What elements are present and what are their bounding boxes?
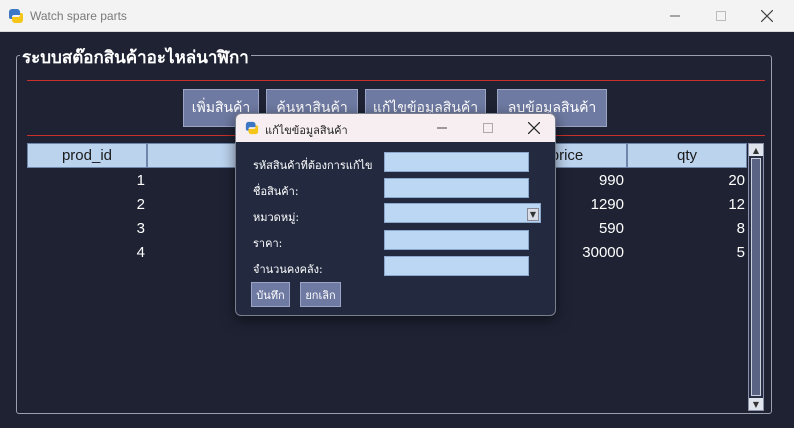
product-name-input[interactable] (384, 178, 529, 198)
table-row-cell-prod-id: 1 (136, 172, 145, 189)
maximize-icon (716, 11, 726, 21)
product-id-input[interactable] (384, 152, 529, 172)
category-label: หมวดหมู่: (253, 211, 300, 224)
maximize-icon (483, 123, 493, 133)
scroll-down-icon[interactable]: ▼ (749, 398, 763, 410)
chevron-down-icon[interactable]: ▼ (527, 208, 539, 221)
table-row-cell-qty: 20 (728, 172, 745, 189)
scroll-up-icon[interactable]: ▲ (749, 144, 763, 156)
table-row-cell-qty: 12 (728, 196, 745, 213)
cancel-button[interactable]: ยกเลิก (300, 282, 341, 307)
window-titlebar: Watch spare parts (0, 0, 794, 32)
table-row-cell-prod-id: 4 (136, 244, 145, 261)
python-app-icon (9, 9, 23, 23)
column-header-prod-id[interactable]: prod_id (27, 143, 147, 168)
dialog-title: แก้ไขข้อมูลสินค้า (265, 124, 348, 137)
save-button[interactable]: บันทึก (251, 282, 290, 307)
table-row-cell-prod-id: 2 (136, 196, 145, 213)
category-select[interactable]: ▼ (384, 203, 541, 223)
minimize-button[interactable] (652, 0, 698, 32)
price-label: ราคา: (253, 237, 283, 250)
stock-quantity-input[interactable] (384, 256, 529, 276)
table-row-cell-prod-id: 3 (136, 220, 145, 237)
column-header-qty[interactable]: qty (627, 143, 747, 168)
frame-title: ระบบสต๊อกสินค้าอะไหล่นาฬิกา (20, 44, 251, 71)
minimize-icon (437, 127, 447, 129)
dialog-close-button[interactable] (511, 114, 555, 142)
maximize-button[interactable] (698, 0, 744, 32)
table-scrollbar[interactable]: ▲ ▼ (748, 143, 764, 411)
dialog-minimize-button[interactable] (419, 114, 465, 142)
minimize-icon (670, 15, 680, 17)
edit-product-dialog: แก้ไขข้อมูลสินค้า รหัสสินค้าที่ต้องการแก… (235, 113, 556, 316)
divider-top (27, 80, 765, 81)
stock-quantity-label: จำนวนคงคลัง: (253, 263, 323, 276)
scrollbar-thumb[interactable] (751, 158, 761, 396)
close-icon (528, 122, 540, 134)
table-row-cell-qty: 5 (736, 244, 745, 261)
python-app-icon (245, 121, 259, 135)
window-title: Watch spare parts (30, 9, 127, 23)
close-button[interactable] (744, 0, 790, 32)
product-id-label: รหัสสินค้าที่ต้องการแก้ไข (253, 159, 373, 172)
product-name-label: ชื่อสินค้า: (253, 185, 299, 198)
table-row-cell-qty: 8 (736, 220, 745, 237)
close-icon (761, 10, 773, 22)
price-input[interactable] (384, 230, 529, 250)
dialog-maximize-button[interactable] (465, 114, 511, 142)
dialog-titlebar: แก้ไขข้อมูลสินค้า (236, 114, 555, 142)
